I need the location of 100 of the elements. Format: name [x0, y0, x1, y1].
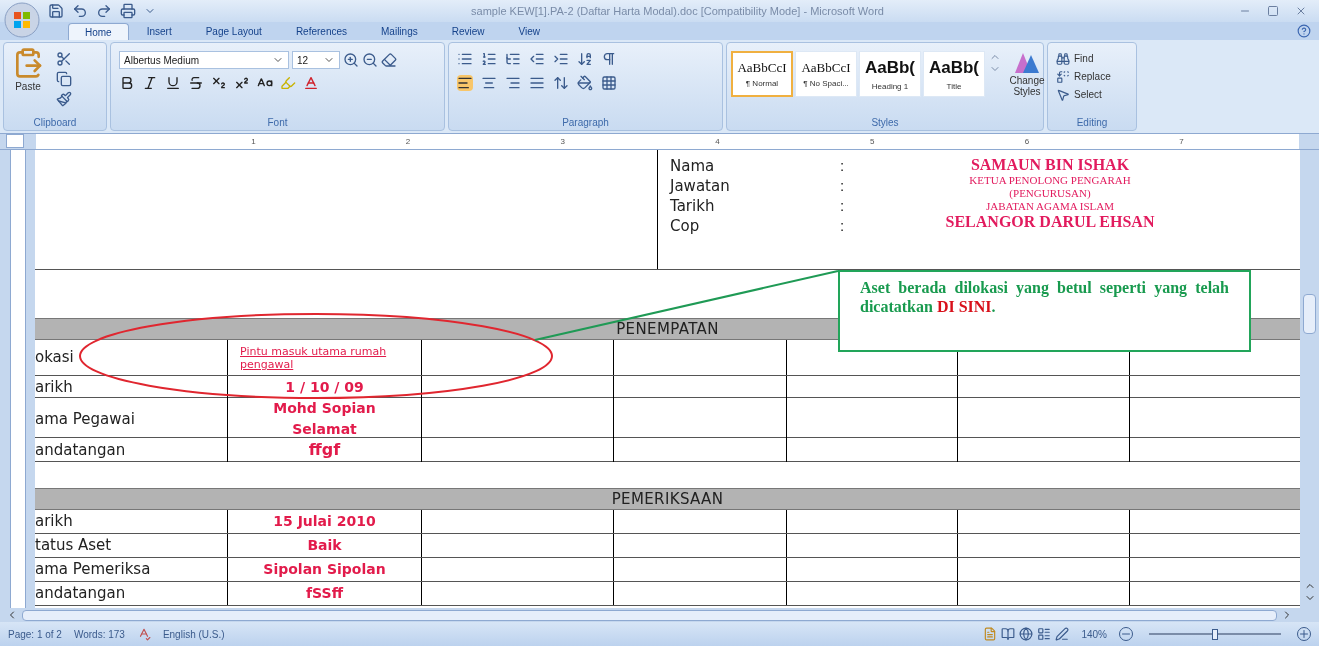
table-cell-text: Mohd Sopian Selamat — [272, 399, 377, 439]
editing-button[interactable]: Replace — [1056, 69, 1111, 84]
language-status[interactable]: English (U.S.) — [162, 626, 225, 642]
select-icon — [1056, 87, 1070, 102]
justify-icon[interactable] — [529, 75, 545, 91]
zoom-in-icon[interactable] — [1297, 627, 1311, 641]
replace-icon — [1056, 69, 1070, 84]
find-icon — [1056, 51, 1070, 66]
subscript-icon[interactable] — [211, 75, 227, 91]
group-label: Font — [267, 116, 288, 130]
align-center-icon[interactable] — [481, 75, 497, 91]
sort-icon[interactable] — [577, 51, 593, 67]
increase-indent-icon[interactable] — [553, 51, 569, 67]
style-item[interactable]: AaBb( Heading 1 — [859, 51, 921, 97]
decrease-indent-icon[interactable] — [529, 51, 545, 67]
table-cell-text: ffgf — [308, 439, 341, 461]
field-label: Tarikh — [670, 196, 716, 216]
editing-button[interactable]: Find — [1056, 51, 1111, 66]
group-label: Paragraph — [562, 116, 609, 130]
italic-icon[interactable] — [142, 75, 158, 91]
callout-text: Aset berada dilokasi yang betul seperti yang telah dicatatkan DI SINI. — [860, 278, 1229, 316]
zoom-level[interactable]: 140% — [1081, 626, 1107, 642]
ribbon-tab[interactable]: Page Layout — [189, 23, 278, 40]
table-cell-text: andatangan — [35, 583, 126, 605]
paste-button[interactable]: Paste — [8, 47, 48, 115]
ruler-number: 5 — [869, 135, 875, 148]
word-count[interactable]: Words: 173 — [73, 626, 125, 642]
table-cell-text: tatus Aset — [35, 535, 112, 557]
ribbon-tab[interactable]: View — [502, 23, 556, 40]
reading-layout-icon[interactable] — [1001, 627, 1016, 641]
ribbon-tab[interactable]: Mailings — [365, 23, 434, 40]
ribbon-tab[interactable]: Insert — [130, 23, 188, 40]
print-preview-icon[interactable] — [120, 3, 136, 19]
strikethrough-icon[interactable] — [188, 75, 204, 91]
colon: : — [840, 196, 846, 216]
group-label: Editing — [1076, 116, 1108, 130]
ribbon-tab[interactable]: References — [279, 23, 363, 40]
scroll-thumb[interactable] — [1303, 294, 1316, 334]
field-label: Jawatan — [670, 176, 731, 196]
close-icon[interactable] — [1295, 5, 1307, 17]
line-spacing-icon[interactable] — [553, 75, 569, 91]
style-item[interactable]: AaBbCcI ¶ No Spaci... — [795, 51, 857, 97]
cut-icon[interactable] — [56, 51, 72, 67]
copy-icon[interactable] — [56, 71, 72, 87]
table-cell-text: fSSff — [306, 584, 343, 603]
field-value: SELANGOR DARUL EHSAN — [945, 213, 1155, 231]
clear-formatting-icon[interactable] — [381, 52, 397, 68]
borders-icon[interactable] — [601, 75, 617, 91]
ruler-number: 3 — [560, 135, 565, 148]
bullets-icon[interactable] — [457, 51, 473, 67]
undo-icon[interactable] — [72, 3, 88, 19]
table-cell-text: Sipolan Sipolan — [263, 560, 386, 579]
align-left-button[interactable] — [457, 75, 473, 91]
field-label: Cop — [670, 216, 701, 236]
numbering-icon[interactable] — [481, 51, 497, 67]
maximize-icon[interactable] — [1267, 5, 1279, 17]
help-icon[interactable] — [1297, 24, 1311, 38]
group-label: Styles — [871, 116, 899, 130]
ruler-number: 4 — [715, 135, 720, 148]
table-cell-text: ama Pemeriksa — [35, 559, 151, 581]
group-label: Clipboard — [33, 116, 77, 130]
bold-icon[interactable] — [119, 75, 135, 91]
table-cell-text: okasi — [35, 347, 74, 369]
horizontal-scrollbar[interactable] — [22, 609, 1277, 621]
font-color-icon[interactable] — [303, 75, 319, 91]
ruler-number: 7 — [1179, 135, 1184, 148]
colon: : — [840, 176, 846, 196]
colon: : — [840, 216, 846, 236]
field-value: JABATAN AGAMA ISLAM — [985, 200, 1115, 213]
web-layout-icon[interactable] — [1019, 627, 1034, 641]
zoom-thumb[interactable] — [1212, 628, 1218, 640]
table-cell-text: arikh — [35, 511, 73, 533]
underline-icon[interactable] — [165, 75, 181, 91]
ribbon-tab[interactable]: Home — [68, 23, 129, 40]
page-count[interactable]: Page: 1 of 2 — [8, 626, 62, 642]
vertical-scrollbar[interactable] — [1300, 150, 1319, 608]
superscript-icon[interactable] — [234, 75, 250, 91]
redo-icon[interactable] — [96, 3, 112, 19]
ribbon-tab[interactable]: Review — [435, 23, 501, 40]
field-value: KETUA PENOLONG PENGARAH — [969, 174, 1131, 187]
show-marks-icon[interactable] — [601, 51, 617, 67]
align-right-icon[interactable] — [505, 75, 521, 91]
table-cell-text: 1 / 10 / 09 — [285, 377, 364, 397]
font-size-field[interactable]: 12 — [292, 51, 340, 69]
styles-icon — [1013, 51, 1041, 75]
shading-icon[interactable] — [577, 75, 593, 91]
style-item[interactable]: AaBbCcI ¶ Normal — [731, 51, 793, 97]
field-value: SAMAUN BIN ISHAK — [970, 156, 1130, 174]
draft-icon[interactable] — [1055, 627, 1070, 641]
editing-button[interactable]: Select — [1056, 87, 1111, 102]
table-cell-text: 15 Julai 2010 — [273, 512, 376, 531]
save-icon[interactable] — [48, 3, 64, 19]
format-painter-icon[interactable] — [56, 91, 72, 107]
multilevel-list-icon[interactable] — [505, 51, 521, 67]
font-name-field[interactable]: Albertus Medium — [119, 51, 289, 69]
ruler-number: 6 — [1024, 135, 1030, 148]
style-item[interactable]: AaBb( Title — [923, 51, 985, 97]
colon: : — [840, 156, 846, 176]
table-cell-text: ama Pegawai — [35, 408, 135, 430]
outline-icon[interactable] — [1037, 627, 1052, 641]
